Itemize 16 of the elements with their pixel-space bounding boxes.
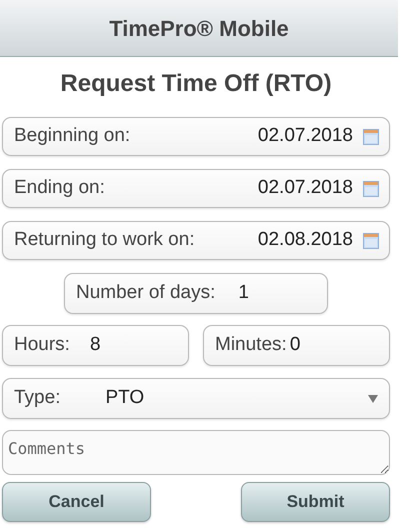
minutes-field[interactable]: Minutes:0 xyxy=(203,325,390,366)
date-field[interactable]: Returning to work on: 02.08.2018 xyxy=(2,221,390,260)
hours-field[interactable]: Hours: 8 xyxy=(2,325,189,366)
days-field[interactable]: Number of days: 1 xyxy=(64,273,328,314)
date-field[interactable]: Beginning on: 02.07.2018 xyxy=(2,117,390,156)
calendar-icon[interactable] xyxy=(363,232,379,248)
app-title: TimePro® Mobile xyxy=(109,14,289,42)
cancel-button[interactable]: Cancel xyxy=(2,482,151,522)
comments-field[interactable]: Comments xyxy=(2,430,390,475)
submit-button[interactable]: Submit xyxy=(241,482,390,522)
calendar-icon[interactable] xyxy=(363,180,379,196)
type-select[interactable]: Type: PTO xyxy=(2,378,390,419)
dropdown-arrow-icon xyxy=(368,394,378,402)
calendar-icon[interactable] xyxy=(363,128,379,144)
date-field[interactable]: Ending on: 02.07.2018 xyxy=(2,169,390,208)
page-title: Request Time Off (RTO) xyxy=(59,69,333,99)
